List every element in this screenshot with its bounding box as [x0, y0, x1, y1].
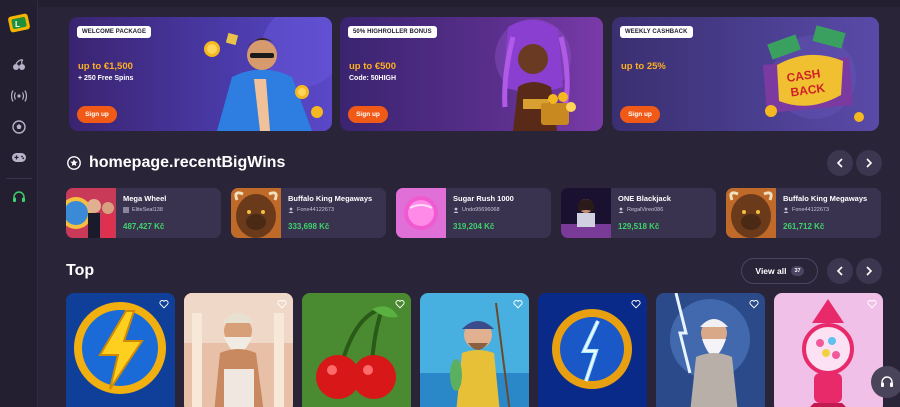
favorite-heart-icon[interactable] — [513, 299, 523, 309]
sidebar: L — [0, 0, 38, 407]
win-game-name: ONE Blackjack — [618, 194, 671, 203]
win-game-name: Buffalo King Megaways — [783, 194, 868, 203]
fisherman-game-art — [420, 293, 529, 407]
live-broadcast-icon[interactable] — [9, 86, 29, 106]
favorite-heart-icon[interactable] — [631, 299, 641, 309]
promo-title: up to 25% — [621, 61, 666, 72]
soccer-ball-icon[interactable] — [9, 117, 29, 137]
game-tile[interactable] — [184, 293, 293, 407]
promo-tag: 50% HIGHROLLER BONUS — [348, 26, 437, 38]
star-icon — [67, 156, 81, 170]
win-username: EliteSeal138 — [132, 207, 163, 213]
win-game-name: Buffalo King Megaways — [288, 194, 373, 203]
game-tile[interactable] — [656, 293, 765, 407]
game-thumbnail — [726, 188, 776, 238]
headset-icon — [881, 376, 893, 387]
zeus-lightning-game-art — [656, 293, 765, 407]
logo-icon[interactable]: L — [7, 11, 31, 35]
promo-card-highroller[interactable]: 50% HIGHROLLER BONUS up to €500 Code: 50… — [340, 17, 603, 131]
game-tile[interactable] — [538, 293, 647, 407]
chevron-left-icon — [836, 158, 843, 168]
win-card[interactable]: Sugar Rush 1000 Undo95696068 319,204 Kč — [396, 188, 551, 238]
game-thumbnail — [561, 188, 611, 238]
gumball-game-art — [774, 293, 883, 407]
win-username: Fone44122673 — [792, 207, 830, 213]
chevron-right-icon — [866, 266, 873, 276]
gamepad-icon[interactable] — [9, 147, 29, 167]
zeus-game-art — [184, 293, 293, 407]
game-tile[interactable] — [420, 293, 529, 407]
win-game-name: Sugar Rush 1000 — [453, 194, 514, 203]
headset-icon[interactable] — [9, 187, 29, 207]
win-amount: 319,204 Kč — [453, 222, 495, 231]
favorite-heart-icon[interactable] — [159, 299, 169, 309]
win-username: Fone44122673 — [297, 207, 335, 213]
promo-card-welcome[interactable]: WELCOME PACKAGE up to €1,500 + 250 Free … — [69, 17, 332, 131]
recent-big-wins-title: homepage.recentBigWins — [89, 154, 286, 171]
user-icon — [783, 207, 789, 213]
header-strip — [38, 0, 900, 7]
promo-tag: WEEKLY CASHBACK — [620, 26, 693, 38]
win-card[interactable]: Buffalo King Megaways Fone44122673 261,7… — [726, 188, 881, 238]
game-thumbnail — [231, 188, 281, 238]
favorite-heart-icon[interactable] — [277, 299, 287, 309]
promo-title: up to €500 — [349, 61, 396, 72]
sign-up-button[interactable]: Sign up — [620, 106, 660, 123]
user-icon — [288, 207, 294, 213]
lightning-game-art — [66, 293, 175, 407]
win-amount: 333,698 Kč — [288, 222, 330, 231]
win-username: Undo95696068 — [462, 207, 500, 213]
game-thumbnail — [396, 188, 446, 238]
promo-subtitle: Code: 50HIGH — [349, 75, 397, 82]
chevron-left-icon — [836, 266, 843, 276]
sign-up-button[interactable]: Sign up — [348, 106, 388, 123]
user-icon — [123, 207, 129, 213]
cherries-game-art — [302, 293, 411, 407]
game-tile[interactable] — [774, 293, 883, 407]
support-chat-button[interactable] — [871, 366, 900, 398]
game-thumbnail — [66, 188, 116, 238]
cashback-illustration: CASH BACK — [763, 25, 864, 122]
promo-title: up to €1,500 — [78, 61, 133, 72]
win-amount: 487,427 Kč — [123, 222, 165, 231]
svg-text:L: L — [15, 20, 20, 29]
win-card[interactable]: Mega Wheel EliteSeal138 487,427 Kč — [66, 188, 221, 238]
win-amount: 129,518 Kč — [618, 222, 660, 231]
top-prev-button[interactable] — [827, 258, 853, 284]
wins-next-button[interactable] — [856, 150, 882, 176]
win-card[interactable]: Buffalo King Megaways Fone44122673 333,6… — [231, 188, 386, 238]
promo-subtitle: + 250 Free Spins — [78, 75, 134, 82]
top-next-button[interactable] — [856, 258, 882, 284]
games-count-badge: 37 — [791, 266, 804, 276]
cherries-icon[interactable] — [9, 55, 29, 75]
chevron-right-icon — [866, 158, 873, 168]
promo-character-illustration — [495, 19, 576, 131]
lightning-coin-game-art — [538, 293, 647, 407]
top-games-title: Top — [66, 262, 95, 279]
win-amount: 261,712 Kč — [783, 222, 825, 231]
promo-card-cashback[interactable]: CASH BACK WEEKLY CASHBACK up to 25% Sign… — [612, 17, 879, 131]
user-icon — [618, 207, 624, 213]
win-card[interactable]: ONE Blackjack RegalVireo086 129,518 Kč — [561, 188, 716, 238]
game-tile[interactable] — [66, 293, 175, 407]
view-all-button[interactable]: View all 37 — [741, 258, 818, 284]
promo-tag: WELCOME PACKAGE — [77, 26, 152, 38]
user-icon — [453, 207, 459, 213]
win-game-name: Mega Wheel — [123, 194, 167, 203]
wins-prev-button[interactable] — [827, 150, 853, 176]
view-all-label: View all — [755, 266, 787, 276]
win-username: RegalVireo086 — [627, 207, 664, 213]
promo-character-illustration — [204, 17, 332, 131]
favorite-heart-icon[interactable] — [867, 299, 877, 309]
game-tile[interactable] — [302, 293, 411, 407]
sidebar-divider — [6, 178, 32, 179]
sign-up-button[interactable]: Sign up — [77, 106, 117, 123]
favorite-heart-icon[interactable] — [749, 299, 759, 309]
favorite-heart-icon[interactable] — [395, 299, 405, 309]
